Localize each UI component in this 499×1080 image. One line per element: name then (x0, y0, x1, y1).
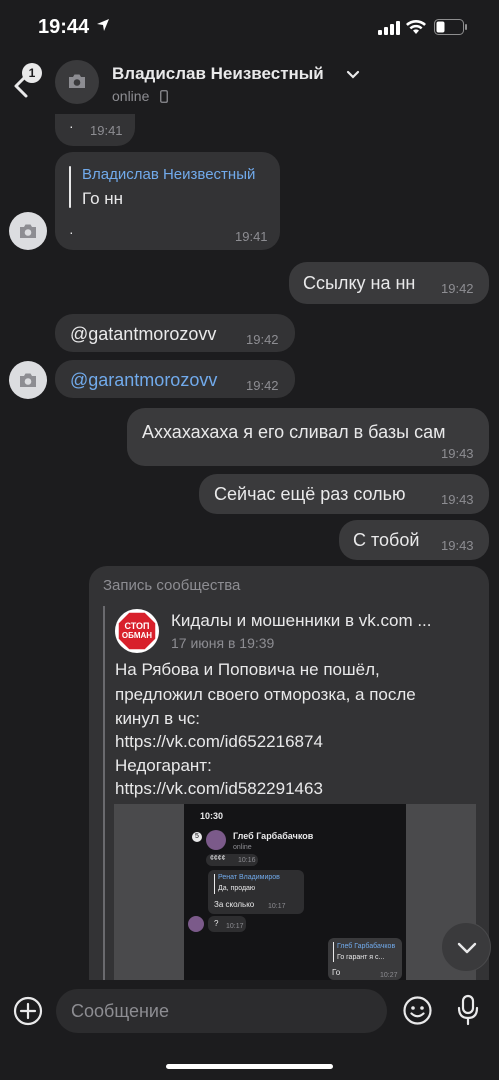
preview-name: Глеб Гарбабачков (233, 831, 314, 841)
message-time: 19:41 (235, 229, 268, 244)
preview-message: ? (214, 919, 219, 928)
preview-avatar (188, 916, 204, 932)
post-link[interactable]: https://vk.com/id652216874 (115, 732, 323, 752)
reply-sender-name: Владислав Неизвестный (82, 166, 256, 183)
preview-time-stamp: 10:16 (238, 857, 256, 864)
post-text-line: предложил своего отморозка, а после (115, 685, 416, 704)
preview-badge: 5 (192, 832, 202, 842)
post-bar (103, 606, 105, 986)
post-link[interactable]: https://vk.com/id582291463 (115, 779, 323, 799)
preview-time: 10:30 (200, 811, 224, 821)
message-text: Ссылку на нн (303, 273, 416, 293)
message-link[interactable]: @garantmorozovv (70, 370, 217, 391)
preview-time-stamp: 10:17 (268, 903, 286, 910)
post-text-line: Недогарант: (115, 756, 212, 775)
message-time: 19:43 (441, 538, 474, 553)
preview-time-stamp: 10:27 (380, 972, 398, 979)
post-image[interactable]: 10:30 5 Глеб Гарбабачков online ¢¢¢¢ 10:… (114, 804, 476, 980)
contact-presence: online (112, 88, 150, 104)
message-text: · (69, 224, 74, 240)
status-bar: 19:44 (0, 0, 499, 50)
message-time: 19:43 (441, 446, 474, 461)
plus-icon[interactable] (12, 995, 44, 1027)
preview-message: За сколько (214, 900, 255, 909)
community-logo[interactable]: СТОП ОБМАН (115, 609, 159, 653)
chevron-down-icon[interactable] (346, 70, 360, 80)
sender-avatar[interactable] (9, 212, 47, 250)
arrow-down-icon (457, 942, 477, 954)
logo-text-bottom: ОБМАН (121, 631, 153, 640)
message-bubble[interactable]: @gatantmorozovv 19:42 (55, 314, 295, 352)
message-text: Сейчас ещё раз солью (214, 484, 406, 504)
wifi-icon (406, 20, 426, 34)
home-indicator (166, 1064, 333, 1069)
post-date: 17 июня в 19:39 (171, 635, 275, 651)
preview-reply-name: Ренат Владимиров (218, 874, 280, 881)
camera-icon (69, 74, 85, 88)
scroll-down-button[interactable] (441, 922, 491, 972)
signal-icon (378, 21, 400, 35)
preview-reply-text: Да, продаю (218, 885, 256, 892)
message-time: 19:42 (246, 332, 279, 347)
message-bubble[interactable]: Владислав Неизвестный Го нн · 19:41 (55, 152, 280, 250)
post-text-line: На Рябова и Поповича не пошёл, (115, 660, 380, 679)
reply-quote-text: Го нн (82, 189, 124, 208)
message-time: 19:42 (246, 378, 279, 393)
message-bubble[interactable]: Ссылку на нн 19:42 (289, 262, 489, 304)
screenshot-phone: 10:30 5 Глеб Гарбабачков online ¢¢¢¢ 10:… (184, 804, 406, 980)
phone-icon (160, 90, 168, 103)
preview-message: Го (332, 968, 341, 977)
community-name[interactable]: Кидалы и мошенники в vk.com ... (171, 611, 432, 631)
message-input[interactable] (56, 989, 387, 1033)
message-bubble[interactable]: @garantmorozovv 19:42 (55, 360, 295, 398)
camera-icon (20, 373, 36, 387)
location-arrow-icon (97, 19, 109, 31)
mic-icon[interactable] (456, 994, 480, 1026)
message-text: · (69, 118, 74, 134)
preview-avatar (206, 830, 226, 850)
message-time: 19:43 (441, 492, 474, 507)
reply-bar (69, 166, 71, 208)
contact-avatar[interactable] (55, 60, 99, 104)
message-text: С тобой (353, 530, 420, 550)
preview-presence: online (233, 844, 252, 851)
chat-header: 1 Владислав Неизвестный online (0, 50, 499, 114)
preview-reply-text: Го гарант я с... (337, 954, 385, 961)
unread-badge: 1 (22, 63, 42, 83)
message-bubble[interactable]: Сейчас ещё раз солью 19:43 (199, 474, 489, 514)
battery-icon (434, 19, 467, 35)
message-text: Аххахахаха я его сливал в базы сам (142, 422, 446, 442)
emoji-icon[interactable] (402, 995, 433, 1026)
post-text-line: кинул в чс: (115, 709, 200, 728)
message-bubble[interactable]: Аххахахаха я его сливал в базы сам 19:43 (127, 408, 489, 466)
status-time: 19:44 (38, 16, 90, 38)
message-time: 19:41 (90, 123, 123, 138)
preview-message: ¢¢¢¢ (210, 855, 226, 862)
preview-time-stamp: 10:17 (226, 923, 244, 930)
preview-reply-name: Глеб Гарбабачков (337, 943, 396, 950)
message-text: @gatantmorozovv (70, 324, 217, 344)
message-time: 19:42 (441, 281, 474, 296)
logo-text-top: СТОП (124, 621, 150, 631)
sender-avatar[interactable] (9, 361, 47, 399)
message-bubble[interactable]: С тобой 19:43 (339, 520, 489, 560)
forward-label: Запись сообщества (103, 577, 241, 594)
preview-reply-bar (214, 874, 215, 894)
preview-reply-bar (333, 942, 334, 962)
message-bubble[interactable]: · 19:41 (55, 114, 135, 146)
contact-name[interactable]: Владислав Неизвестный (112, 64, 324, 84)
camera-icon (20, 224, 36, 238)
